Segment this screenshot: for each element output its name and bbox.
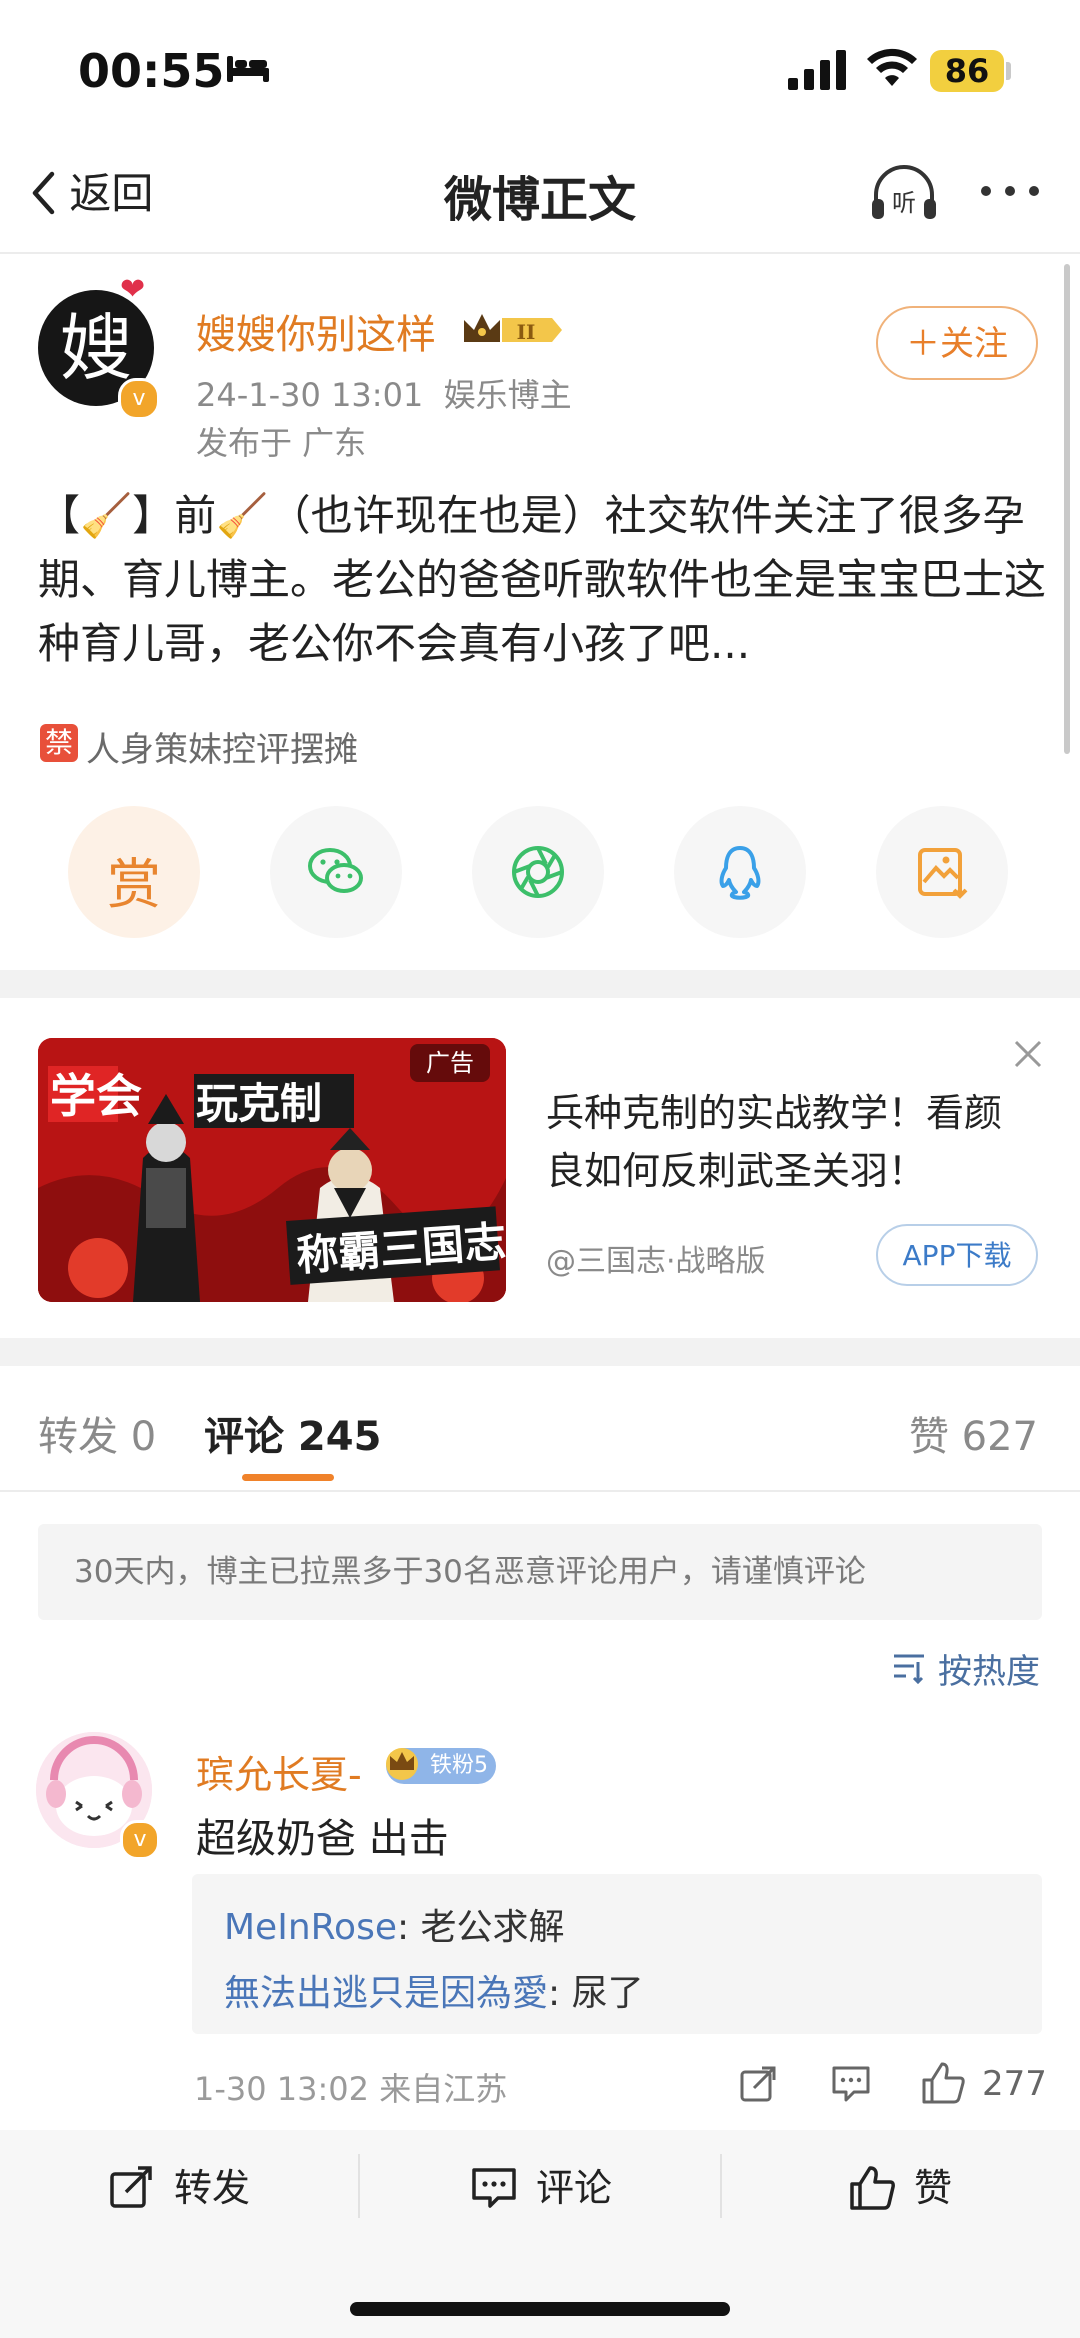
- author-name[interactable]: 嫂嫂你别这样: [196, 302, 436, 360]
- save-image-button[interactable]: [876, 806, 1008, 938]
- nav-divider: [0, 252, 1080, 254]
- comment-icon: [472, 2168, 516, 2208]
- active-tab-indicator: [242, 1474, 334, 1481]
- ad-source[interactable]: @三国志·战略版: [546, 1236, 766, 1280]
- verified-badge-icon: v: [120, 1820, 160, 1860]
- headphones-listen-icon[interactable]: 听: [868, 163, 940, 223]
- reply-user[interactable]: MeInRose: [224, 1907, 397, 1948]
- wechat-icon: [308, 848, 363, 893]
- like-label: 赞: [914, 2166, 953, 2210]
- ban-tag-icon: 禁: [40, 724, 78, 762]
- more-options-icon[interactable]: [978, 183, 1042, 199]
- post-location: 发布于 广东: [196, 424, 367, 462]
- save-image-icon: [918, 848, 968, 899]
- sort-by-hot[interactable]: 按热度: [938, 1644, 1040, 1693]
- comment-text: 超级奶爸 出击: [196, 1816, 449, 1862]
- comment-meta: 1-30 13:02 来自江苏: [194, 2070, 508, 2108]
- reply-item[interactable]: 無法出逃只是因為愛: 尿了: [224, 1964, 644, 2016]
- ad-img-text-2: 玩克制: [196, 1079, 322, 1128]
- comment-label: 评论: [536, 2166, 613, 2210]
- post-date: 24-1-30 13:01: [196, 376, 424, 414]
- section-divider: [0, 970, 1080, 998]
- repost-button[interactable]: 转发: [108, 2158, 278, 2218]
- sort-icon[interactable]: [890, 1648, 928, 1686]
- ad-title[interactable]: 兵种克制的实战教学！看颜良如何反刺武圣关羽！: [546, 1084, 1026, 1200]
- like-icon: [850, 2166, 895, 2210]
- close-icon[interactable]: [1010, 1036, 1046, 1072]
- ad-img-text-1: 学会: [50, 1069, 142, 1123]
- reply-user[interactable]: 無法出逃只是因為愛: [224, 1973, 548, 2014]
- post-meta-line: 24-1-30 13:01 娱乐博主: [196, 370, 572, 416]
- cellular-signal-icon: [788, 50, 846, 90]
- tab-repost[interactable]: 转发 0: [38, 1404, 156, 1462]
- section-divider: [0, 1338, 1080, 1366]
- wifi-icon: [867, 48, 917, 86]
- like-button[interactable]: 赞: [848, 2158, 988, 2218]
- svg-text:听: 听: [892, 189, 916, 217]
- verified-badge-icon: v: [118, 378, 160, 420]
- svg-text:II: II: [517, 320, 536, 344]
- repost-icon: [110, 2166, 152, 2208]
- bar-separator: [358, 2154, 360, 2218]
- reply-text: 尿了: [571, 1973, 644, 2014]
- reply-colon: :: [396, 1907, 421, 1948]
- reply-item[interactable]: MeInRose: 老公求解: [224, 1898, 565, 1950]
- vip-crown-icon: II: [464, 314, 562, 344]
- reply-comment-icon[interactable]: [830, 2064, 872, 2104]
- comment-notice: 30天内，博主已拉黑多于30名恶意评论用户，请谨慎评论: [38, 1524, 1042, 1620]
- author-role: 娱乐博主: [443, 376, 572, 414]
- post-tag[interactable]: 人身策妹控评摆摊: [86, 722, 358, 771]
- bar-separator: [720, 2154, 722, 2218]
- reply-colon: :: [548, 1973, 572, 2014]
- share-moments-button[interactable]: [472, 806, 604, 938]
- battery-level: 86: [930, 50, 1004, 92]
- commenter-name[interactable]: 瑸允长夏-: [196, 1744, 362, 1799]
- home-indicator[interactable]: [350, 2302, 730, 2316]
- share-qq-button[interactable]: [674, 806, 806, 938]
- sleep-focus-icon: [227, 56, 269, 82]
- repost-label: 转发: [174, 2166, 251, 2210]
- tab-comment[interactable]: 评论 245: [204, 1404, 381, 1462]
- tab-divider: [0, 1490, 1080, 1492]
- comment-like-count: 277: [982, 2064, 1047, 2104]
- battery-tip: [1006, 62, 1011, 80]
- app-download-button[interactable]: APP下载: [876, 1224, 1038, 1286]
- qq-penguin-icon: [719, 846, 761, 900]
- reward-label: 赏: [107, 853, 161, 916]
- tab-like[interactable]: 赞 627: [909, 1404, 1038, 1462]
- fan-crown-icon: [386, 1748, 418, 1780]
- repost-comment-icon[interactable]: [738, 2064, 778, 2104]
- scrollbar[interactable]: [1064, 264, 1070, 754]
- share-wechat-button[interactable]: [270, 806, 402, 938]
- status-time: 00:55: [78, 44, 225, 98]
- reply-text: 老公求解: [420, 1907, 565, 1948]
- follow-button[interactable]: ＋关注: [876, 306, 1038, 380]
- like-thumb-icon[interactable]: [920, 2060, 966, 2106]
- reward-button[interactable]: 赏: [68, 806, 200, 938]
- comment-button[interactable]: 评论: [470, 2158, 640, 2218]
- ad-label: 广告: [410, 1044, 490, 1082]
- post-body: 【🧹】前🧹（也许现在也是）社交软件关注了很多孕期、育儿博主。老公的爸爸听歌软件也…: [38, 491, 1047, 668]
- moments-aperture-icon: [512, 846, 564, 898]
